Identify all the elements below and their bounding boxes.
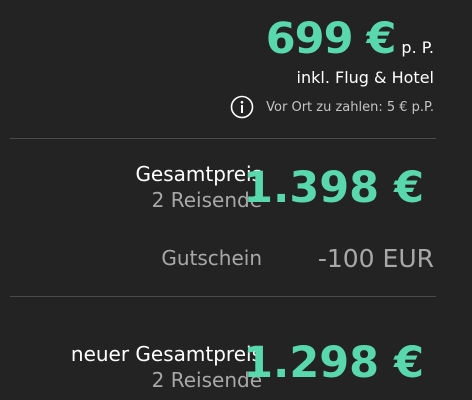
voucher-label: Gutschein — [161, 246, 262, 270]
divider — [10, 296, 436, 297]
new-total-amount: 1.298 € — [243, 338, 424, 388]
new-total-label-block: neuer Gesamtpreis 2 Reisende — [71, 341, 262, 393]
price-per-person-suffix: p. P. — [401, 38, 434, 57]
voucher-amount: -100 EUR — [317, 244, 434, 273]
price-per-person: 699 € p. P. — [266, 14, 434, 64]
price-per-person-amount: 699 € — [265, 14, 397, 64]
local-fee-row: Vor Ort zu zahlen: 5 € p.P. — [230, 95, 434, 119]
new-total-travelers: 2 Reisende — [151, 368, 262, 392]
divider — [10, 138, 436, 139]
local-fee-text: Vor Ort zu zahlen: 5 € p.P. — [266, 99, 434, 115]
new-total-label: neuer Gesamtpreis — [70, 342, 262, 366]
total-amount: 1.398 € — [243, 163, 424, 213]
info-icon[interactable] — [230, 95, 254, 119]
includes-text: inkl. Flug & Hotel — [296, 68, 434, 87]
